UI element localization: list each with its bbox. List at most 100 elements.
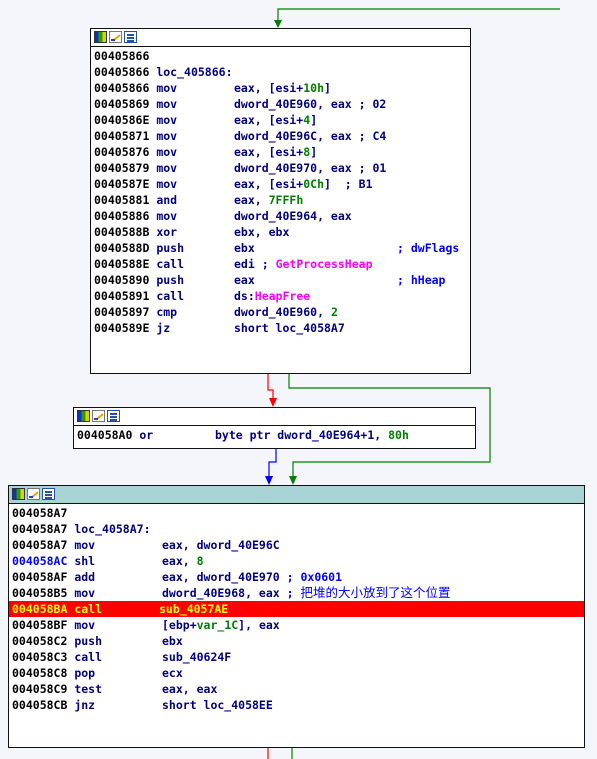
instruction-line[interactable]: 004058C2 push ebx <box>12 633 581 649</box>
operands[interactable]: eax, 8 <box>162 553 204 569</box>
operands[interactable]: dword_40E964, eax <box>234 208 352 224</box>
block-titlebar[interactable] <box>9 486 584 504</box>
mnemonic[interactable]: mov <box>74 586 95 600</box>
operands[interactable]: [ebp+var_1C], eax <box>162 617 280 633</box>
instruction-line[interactable]: 004058CB jnz short loc_4058EE <box>12 697 581 713</box>
operands[interactable]: sub_40624F <box>162 649 231 665</box>
instruction-line[interactable]: 004058AF add eax, dword_40E970 ; 0x0601 <box>12 569 581 585</box>
instruction-line[interactable]: 00405866 <box>94 48 467 64</box>
instruction-line[interactable]: 00405871 mov dword_40E96C, eax ; C4 <box>94 128 467 144</box>
instruction-line[interactable]: 004058A0 or byte ptr dword_40E964+1, 80h <box>77 427 472 443</box>
edit-icon[interactable] <box>109 31 122 43</box>
mnemonic[interactable]: mov <box>156 81 177 95</box>
color-icon[interactable] <box>77 410 90 422</box>
mnemonic[interactable]: push <box>156 273 184 287</box>
operands[interactable]: dword_40E968, eax ; 把堆的大小放到了这个位置 <box>162 585 451 601</box>
mnemonic[interactable]: mov <box>74 538 95 552</box>
code-block-4058a0[interactable]: 004058A0 or byte ptr dword_40E964+1, 80h <box>73 407 476 449</box>
mnemonic[interactable]: call <box>156 289 184 303</box>
mnemonic[interactable]: mov <box>156 97 177 111</box>
operands[interactable]: ebx, ebx <box>234 224 289 240</box>
instruction-line[interactable]: 0040588B xor ebx, ebx <box>94 224 467 240</box>
operands[interactable]: ds:HeapFree <box>234 288 310 304</box>
mnemonic[interactable]: mov <box>74 618 95 632</box>
instruction-line[interactable]: 004058A7 loc_4058A7: <box>12 521 581 537</box>
mnemonic[interactable]: mov <box>156 209 177 223</box>
instruction-line[interactable]: 0040587E mov eax, [esi+0Ch] ; B1 <box>94 176 467 192</box>
mnemonic[interactable]: add <box>74 570 95 584</box>
instruction-line[interactable]: 00405890 push eax ; hHeap <box>94 272 467 288</box>
instruction-line[interactable]: 00405876 mov eax, [esi+8] <box>94 144 467 160</box>
mnemonic[interactable]: push <box>74 634 102 648</box>
operands[interactable]: eax, [esi+0Ch] ; B1 <box>234 176 373 192</box>
operands[interactable]: ecx <box>162 665 183 681</box>
edit-icon[interactable] <box>27 488 40 500</box>
operands[interactable]: dword_40E970, eax ; 01 <box>234 160 386 176</box>
operands[interactable]: eax <box>234 272 255 288</box>
operands[interactable]: eax, [esi+8] <box>234 144 317 160</box>
instruction-line[interactable]: 004058C3 call sub_40624F <box>12 649 581 665</box>
instruction-line[interactable]: 00405897 cmp dword_40E960, 2 <box>94 304 467 320</box>
operands[interactable]: edi ; GetProcessHeap <box>234 256 373 272</box>
mnemonic[interactable]: mov <box>156 177 177 191</box>
mnemonic[interactable]: call <box>74 602 102 616</box>
operands[interactable]: eax, 7FFFh <box>234 192 303 208</box>
mnemonic[interactable]: shl <box>74 554 95 568</box>
mnemonic[interactable]: mov <box>156 129 177 143</box>
instruction-line[interactable]: 004058A7 <box>12 505 581 521</box>
operands[interactable]: eax, [esi+10h] <box>234 80 331 96</box>
mnemonic[interactable]: test <box>74 682 102 696</box>
instruction-line[interactable]: 004058A7 mov eax, dword_40E96C <box>12 537 581 553</box>
instruction-line[interactable]: 004058B5 mov dword_40E968, eax ; 把堆的大小放到了… <box>12 585 581 601</box>
mnemonic[interactable]: and <box>156 193 177 207</box>
mnemonic[interactable]: jnz <box>74 698 95 712</box>
instruction-line[interactable]: 00405866 mov eax, [esi+10h] <box>94 80 467 96</box>
operands[interactable]: eax, dword_40E970 ; 0x0601 <box>162 569 342 585</box>
mnemonic[interactable]: jz <box>156 321 170 335</box>
instruction-line[interactable]: 0040588E call edi ; GetProcessHeap <box>94 256 467 272</box>
mnemonic[interactable]: push <box>156 241 184 255</box>
mnemonic[interactable]: mov <box>156 161 177 175</box>
mnemonic[interactable]: mov <box>156 113 177 127</box>
operands[interactable]: ebx <box>162 633 183 649</box>
operands[interactable]: eax, [esi+4] <box>234 112 317 128</box>
color-icon[interactable] <box>12 488 25 500</box>
instruction-line[interactable]: 004058AC shl eax, 8 <box>12 553 581 569</box>
graph-icon[interactable] <box>124 31 137 43</box>
block-titlebar[interactable] <box>74 408 475 426</box>
instruction-line[interactable]: 00405869 mov dword_40E960, eax ; 02 <box>94 96 467 112</box>
mnemonic[interactable]: pop <box>74 666 95 680</box>
instruction-line[interactable]: 00405866 loc_405866: <box>94 64 467 80</box>
mnemonic[interactable]: xor <box>156 225 177 239</box>
instruction-line[interactable]: 004058C9 test eax, eax <box>12 681 581 697</box>
instruction-line-selected[interactable]: 004058BA call sub_4057AE <box>9 601 584 617</box>
instruction-line[interactable]: 0040586E mov eax, [esi+4] <box>94 112 467 128</box>
operands[interactable]: dword_40E960, 2 <box>234 304 338 320</box>
instruction-line[interactable]: 00405879 mov dword_40E970, eax ; 01 <box>94 160 467 176</box>
mnemonic[interactable]: call <box>156 257 184 271</box>
operands[interactable]: byte ptr dword_40E964+1, 80h <box>215 427 409 443</box>
code-block-loc-4058a7[interactable]: 004058A7 004058A7 loc_4058A7: 004058A7 mov… <box>8 485 585 748</box>
instruction-line[interactable]: 0040588D push ebx ; dwFlags <box>94 240 467 256</box>
block-titlebar[interactable] <box>91 29 470 47</box>
operands[interactable]: short loc_4058EE <box>162 697 273 713</box>
instruction-line[interactable]: 00405881 and eax, 7FFFh <box>94 192 467 208</box>
operands[interactable]: dword_40E96C, eax ; C4 <box>234 128 386 144</box>
operands[interactable]: eax, dword_40E96C <box>162 537 280 553</box>
operands[interactable]: ebx <box>234 240 255 256</box>
graph-icon[interactable] <box>42 488 55 500</box>
operands[interactable]: eax, eax <box>162 681 217 697</box>
instruction-line[interactable]: 00405891 call ds:HeapFree <box>94 288 467 304</box>
mnemonic[interactable]: cmp <box>156 305 177 319</box>
code-block-loc-405866[interactable]: 00405866 00405866 loc_405866: 00405866 mov… <box>90 28 471 374</box>
label[interactable]: loc_4058A7: <box>74 522 150 536</box>
color-icon[interactable] <box>94 31 107 43</box>
instruction-line[interactable]: 0040589E jz short loc_4058A7 <box>94 320 467 336</box>
instruction-line[interactable]: 004058BF mov [ebp+var_1C], eax <box>12 617 581 633</box>
operands[interactable]: dword_40E960, eax ; 02 <box>234 96 386 112</box>
operands[interactable]: short loc_4058A7 <box>234 320 345 336</box>
operands[interactable]: sub_4057AE <box>159 601 228 617</box>
mnemonic[interactable]: call <box>74 650 102 664</box>
instruction-line[interactable]: 00405886 mov dword_40E964, eax <box>94 208 467 224</box>
mnemonic[interactable]: or <box>139 428 153 442</box>
